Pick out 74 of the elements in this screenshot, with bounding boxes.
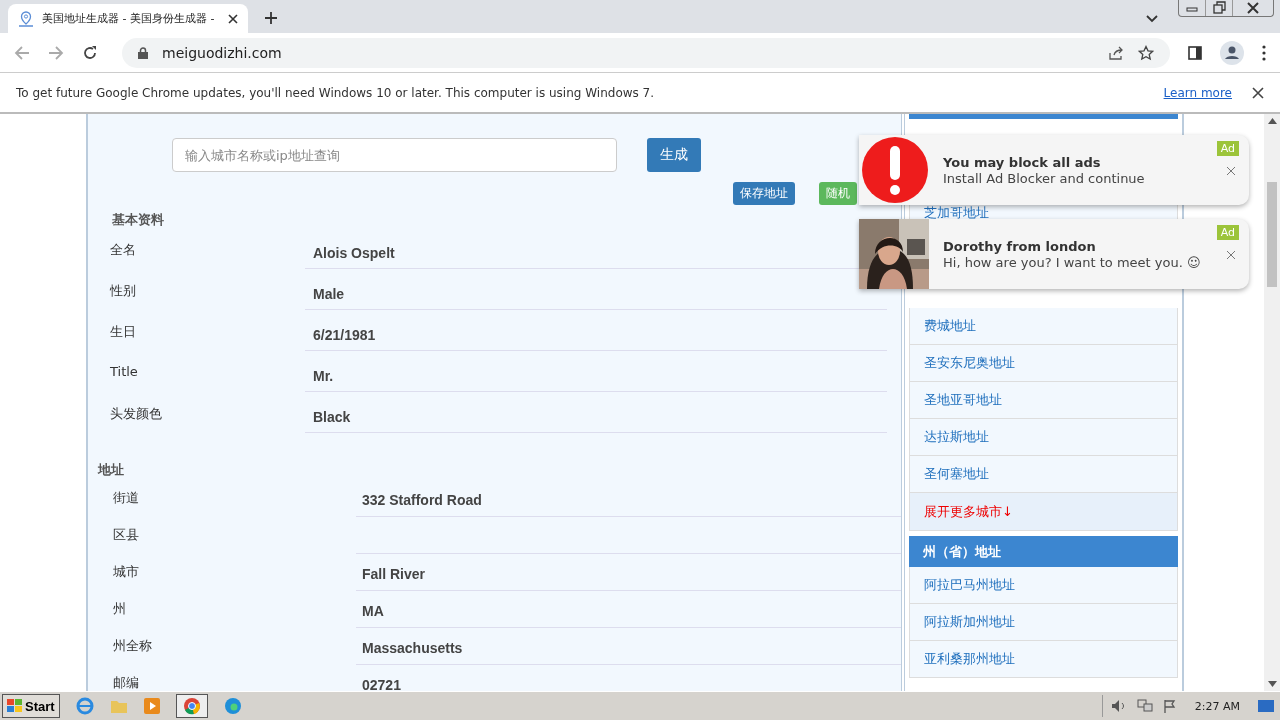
city-link[interactable]: 达拉斯地址 (909, 419, 1178, 456)
ad-title: Dorothy from london (943, 238, 1097, 254)
address-bar[interactable]: meiguodizhi.com (122, 37, 1170, 68)
chevron-down-icon[interactable] (1146, 15, 1158, 23)
action-button[interactable]: 保存地址 (733, 182, 795, 205)
field-value: Massachusetts (362, 640, 463, 656)
map-pin-icon (18, 10, 34, 27)
star-icon[interactable] (1138, 44, 1154, 61)
field-label: 城市 (112, 563, 140, 581)
start-button[interactable]: Start (2, 694, 60, 718)
field-label: 头发颜色 (109, 405, 163, 423)
share-icon[interactable] (1108, 44, 1124, 61)
field-label: 街道 (112, 489, 140, 507)
learn-more-link[interactable]: Learn more (1163, 85, 1232, 100)
field-value: 6/21/1981 (313, 327, 376, 343)
reload-icon[interactable] (82, 44, 98, 61)
field-value: Male (313, 286, 345, 302)
speaker-icon[interactable] (1110, 699, 1127, 713)
scroll-down-icon[interactable] (1267, 681, 1277, 687)
show-desktop-icon[interactable] (1258, 699, 1274, 713)
field-value: Fall River (362, 566, 426, 582)
field-value: 02721 (362, 677, 401, 691)
section-heading: 地址 (98, 461, 125, 479)
ad-badge: Ad (1216, 225, 1239, 240)
ad-badge: Ad (1216, 141, 1239, 156)
field-value: MA (362, 603, 384, 619)
close-icon[interactable] (228, 13, 238, 24)
state-link[interactable]: 阿拉斯加州地址 (909, 604, 1178, 641)
field-label: 全名 (109, 241, 137, 259)
media-player-icon[interactable] (143, 698, 160, 714)
chrome-icon[interactable] (182, 697, 201, 715)
windows-logo-icon (7, 699, 23, 713)
new-tab-icon[interactable] (264, 11, 278, 25)
city-link[interactable]: 费城地址 (909, 308, 1178, 345)
field-label: 州全称 (112, 637, 153, 655)
clock: 2:27 AM (1194, 699, 1240, 713)
ad-title: You may block all ads (943, 154, 1102, 170)
close-icon[interactable] (1252, 86, 1264, 99)
side-panel-icon[interactable] (1188, 45, 1202, 60)
field-value: Alois Ospelt (313, 245, 395, 261)
scrollbar-thumb[interactable] (1267, 182, 1277, 287)
ad-notification[interactable]: Dorothy from london Hi, how are you? I want to meet you. ☺ Ad (859, 219, 1249, 289)
field-label: 区县 (112, 526, 140, 544)
tab-title: 美国地址生成器 - 美国身份生成器 - (42, 11, 216, 26)
generate-button[interactable]: 生成 (647, 138, 701, 172)
search-field[interactable]: 输入城市名称或ip地址查询 (172, 138, 617, 172)
field-value: Black (313, 409, 351, 425)
field-label: 生日 (109, 323, 137, 341)
ad-message: Hi, how are you? I want to meet you. ☺ (943, 254, 1201, 270)
field-label: 州 (112, 600, 127, 618)
update-message: To get future Google Chrome updates, you'll need Windows 10 or later. This computer is using Windows 7. (16, 85, 656, 100)
flag-icon[interactable] (1162, 699, 1177, 713)
expand-more-link[interactable]: 展开更多城市↓ (909, 493, 1178, 531)
city-link[interactable]: 圣安东尼奥地址 (909, 345, 1178, 382)
field-label: Title (109, 363, 139, 379)
field-label: 性别 (109, 282, 137, 300)
ad-message: Install Ad Blocker and continue (943, 170, 1145, 186)
state-link[interactable]: 亚利桑那州地址 (909, 641, 1178, 678)
field-value: Mr. (313, 368, 334, 384)
sidebar-header: 州（省）地址 (909, 536, 1178, 567)
ad-notification[interactable]: You may block all ads Install Ad Blocker and continue Ad (859, 135, 1249, 205)
section-heading: 基本资料 (112, 211, 165, 229)
network-icon[interactable] (1136, 699, 1153, 713)
browser-tab[interactable]: 美国地址生成器 - 美国身份生成器 - (8, 4, 248, 33)
city-link[interactable]: 圣何塞地址 (909, 456, 1178, 493)
scroll-up-icon[interactable] (1267, 118, 1277, 124)
profile-icon[interactable] (1220, 40, 1244, 65)
field-label: 邮编 (112, 674, 140, 691)
field-value: 332 Stafford Road (362, 492, 482, 508)
state-link[interactable]: 阿拉巴马州地址 (909, 567, 1178, 604)
lock-icon (138, 46, 148, 59)
menu-icon[interactable] (1262, 44, 1266, 61)
city-link[interactable]: 圣地亚哥地址 (909, 382, 1178, 419)
alert-icon (861, 136, 929, 204)
